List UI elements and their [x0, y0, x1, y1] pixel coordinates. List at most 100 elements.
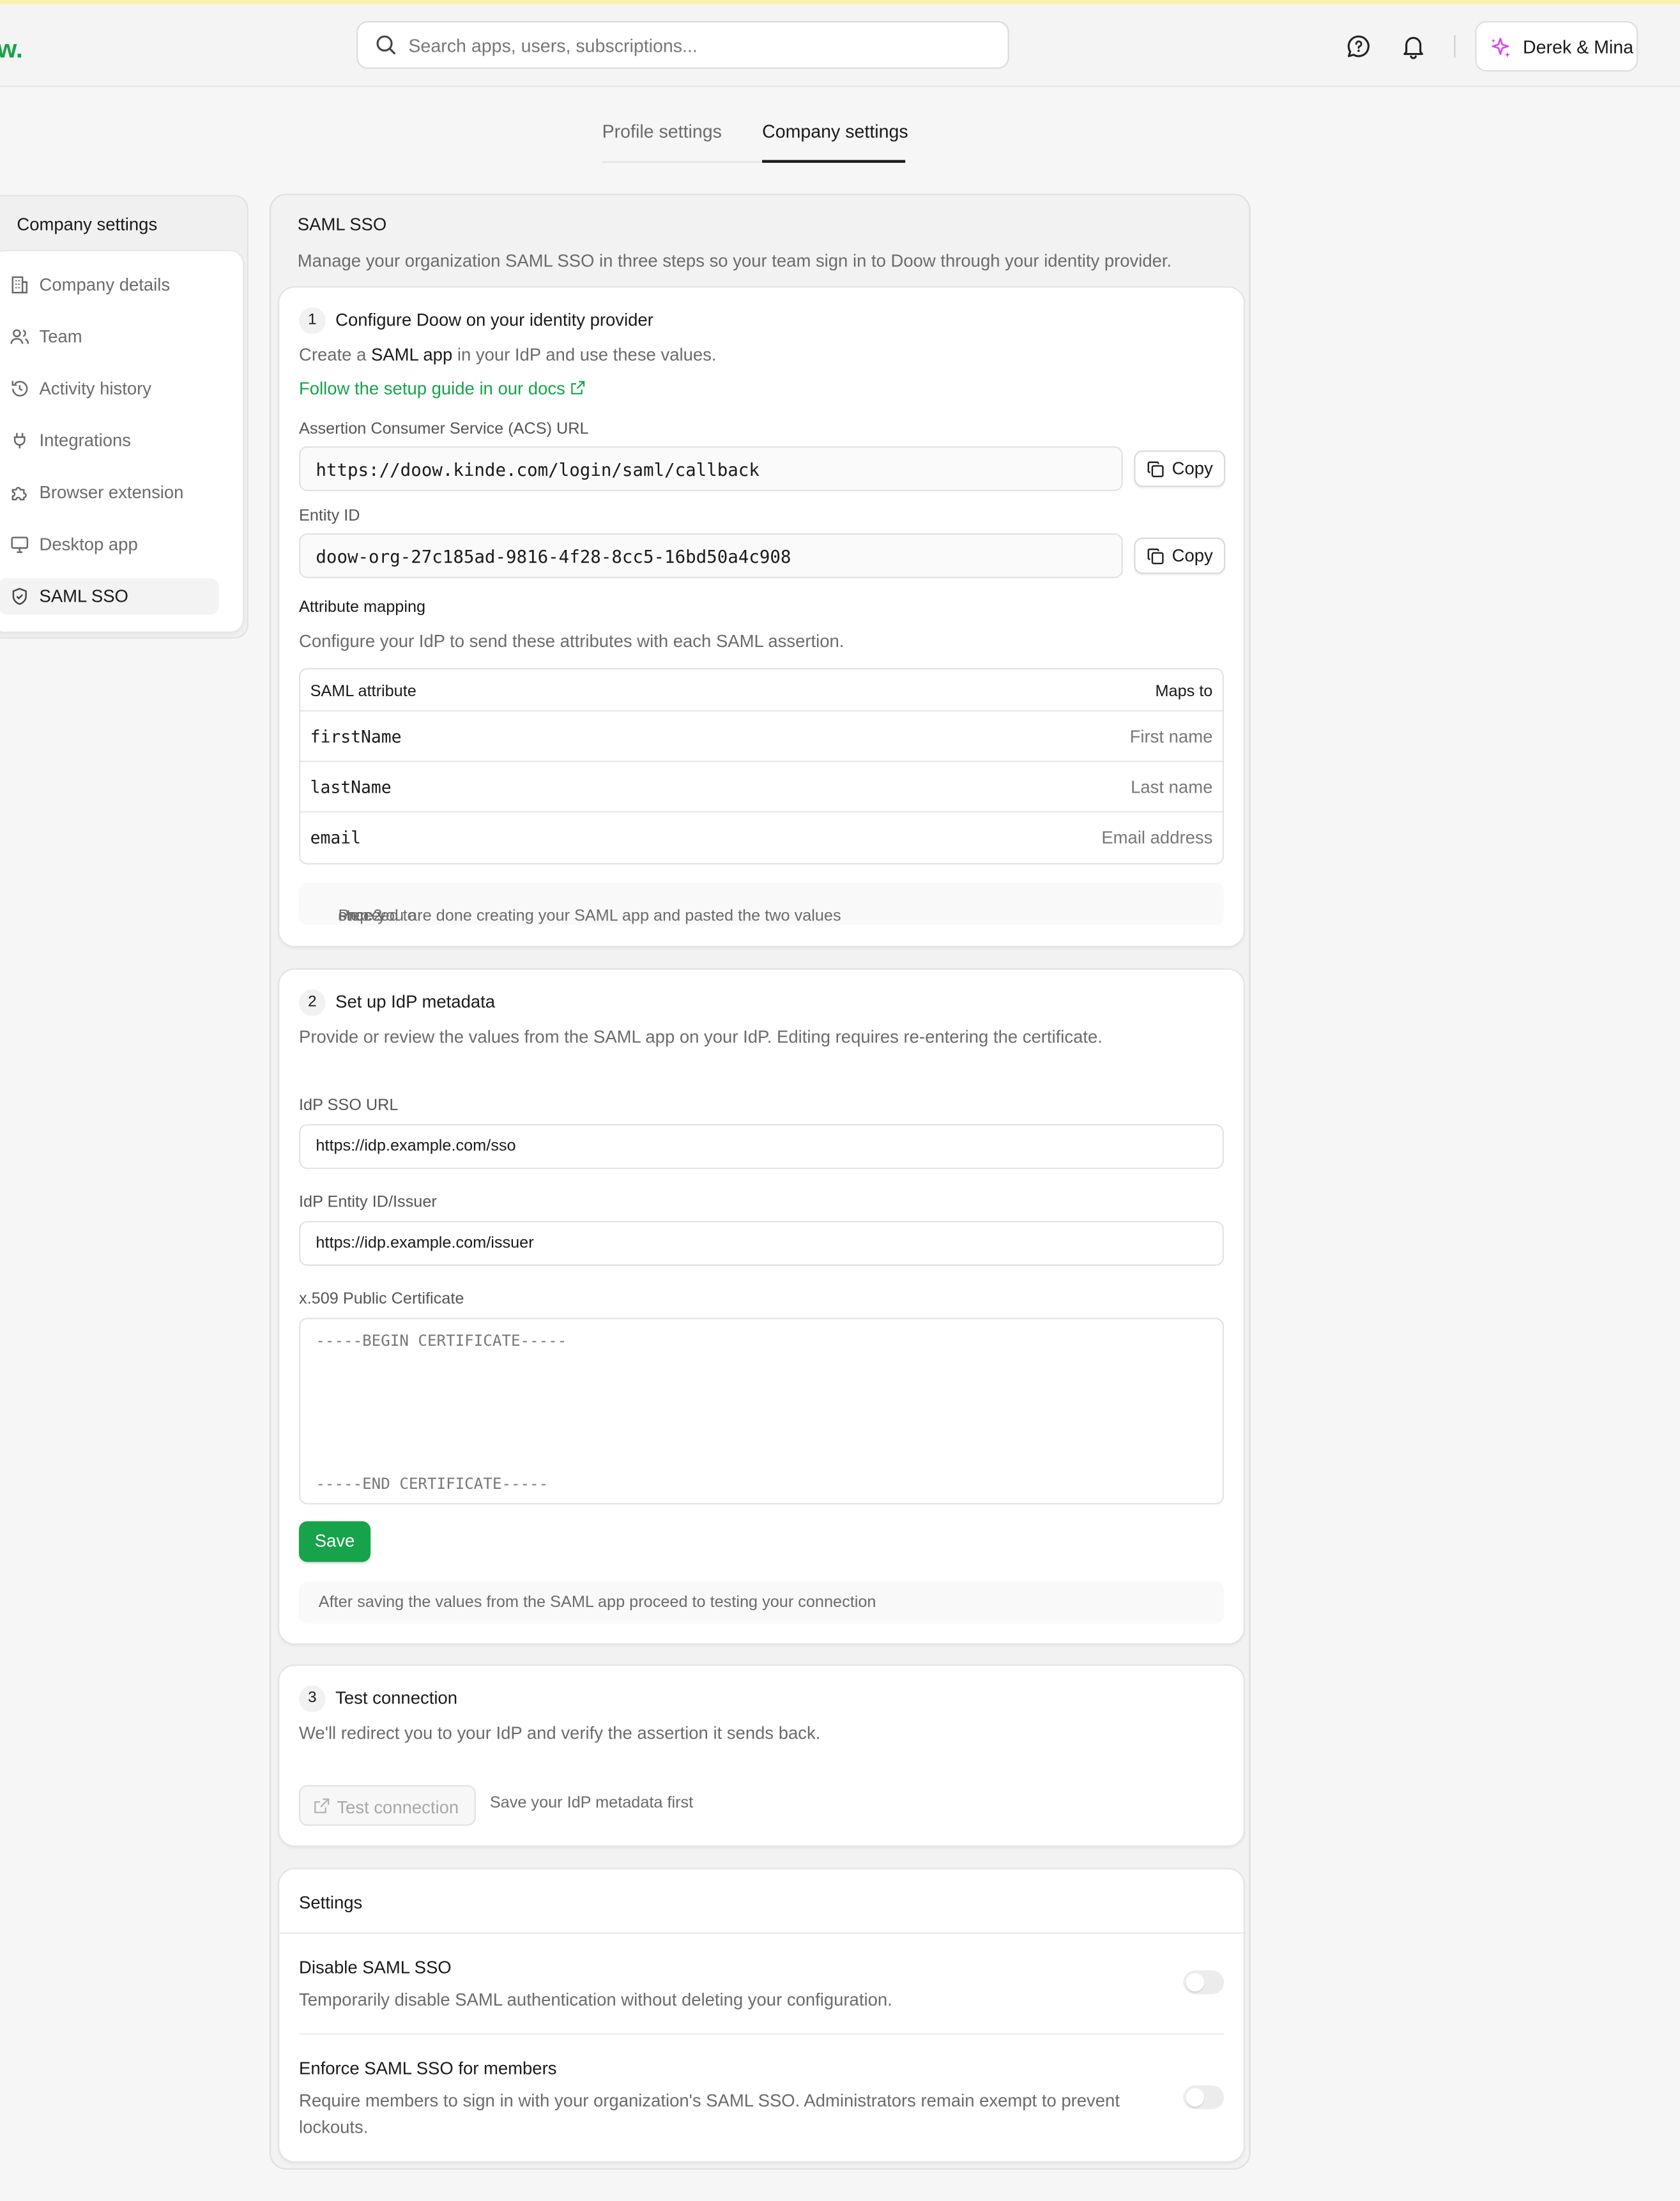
puzzle-icon	[10, 483, 29, 503]
entity-id-field[interactable]: doow-org-27c185ad-9816-4f28-8cc5-16bd50a…	[299, 533, 1123, 579]
enforce-saml-toggle[interactable]	[1183, 2085, 1224, 2110]
certificate-begin-line: -----BEGIN CERTIFICATE-----	[316, 1332, 567, 1350]
user-menu-button[interactable]: Derek & Mina	[1475, 20, 1638, 72]
idp-sso-url-label: IdP SSO URL	[299, 1097, 399, 1115]
saml-sso-panel: SAML SSO Manage your organization SAML S…	[269, 194, 1251, 2170]
external-link-icon	[313, 1798, 330, 1815]
step-number-badge: 3	[299, 1685, 326, 1712]
search-input[interactable]	[408, 22, 998, 68]
sparkle-icon	[1489, 36, 1511, 59]
page-description: Manage your organization SAML SSO in thr…	[297, 251, 1172, 271]
saml-attribute-cell: firstName	[310, 727, 402, 747]
idp-issuer-input[interactable]	[299, 1221, 1224, 1266]
save-button[interactable]: Save	[299, 1521, 371, 1562]
step-title: Configure Doow on your identity provider	[335, 310, 653, 330]
attribute-mapping-table: SAML attribute Maps to firstName First n…	[299, 667, 1224, 865]
disable-saml-title: Disable SAML SSO	[299, 1958, 452, 1977]
step2-note-text: After saving the values from the SAML ap…	[318, 1594, 876, 1611]
users-icon	[10, 327, 29, 347]
step-number-badge: 1	[299, 307, 326, 334]
column-header-saml-attribute: SAML attribute	[310, 683, 416, 701]
sidebar-item-team[interactable]: Team	[0, 319, 219, 355]
step-description: We'll redirect you to your IdP and verif…	[299, 1723, 821, 1743]
copy-label: Copy	[1172, 545, 1213, 566]
maps-to-cell: Last name	[1131, 777, 1213, 798]
enforce-saml-title: Enforce SAML SSO for members	[299, 2059, 557, 2079]
sidebar-item-browser-extension[interactable]: Browser extension	[0, 475, 219, 511]
sidebar-item-label: Integrations	[39, 430, 132, 451]
settings-card: Settings Disable SAML SSO Temporarily di…	[278, 1868, 1245, 2163]
toolbar-divider	[1454, 34, 1456, 58]
column-header-maps-to: Maps to	[1155, 683, 1213, 701]
toggle-knob	[1186, 2088, 1205, 2106]
idp-sso-url-input[interactable]	[299, 1123, 1224, 1169]
settings-tabs: Profile settings Company settings	[602, 109, 939, 165]
table-header: SAML attribute Maps to	[300, 669, 1223, 712]
search-icon	[375, 34, 397, 56]
disable-saml-toggle[interactable]	[1183, 1970, 1224, 1995]
copy-label: Copy	[1172, 459, 1213, 479]
saml-attribute-cell: lastName	[310, 777, 392, 798]
sidebar-item-label: SAML SSO	[39, 586, 128, 607]
active-tab-indicator	[762, 160, 906, 163]
copy-acs-url-button[interactable]: Copy	[1134, 450, 1226, 487]
sidebar-title: Company settings	[17, 215, 158, 234]
user-name: Derek & Mina	[1522, 36, 1633, 58]
sidebar-item-label: Activity history	[39, 379, 152, 399]
enforce-saml-description-line2: lockouts.	[299, 2117, 369, 2138]
page-title: SAML SSO	[297, 215, 387, 234]
test-connection-hint: Save your IdP metadata first	[489, 1795, 694, 1812]
step1-note: Proceed to step 2 once you are done crea…	[299, 883, 1224, 925]
history-icon	[10, 379, 29, 399]
top-bar: w. Derek & Mina	[0, 4, 1680, 88]
sidebar-item-label: Company details	[39, 275, 171, 295]
help-chat-icon[interactable]	[1345, 33, 1373, 61]
bell-icon[interactable]	[1400, 33, 1428, 61]
sidebar-item-company-details[interactable]: Company details	[0, 266, 219, 303]
tab-company-settings[interactable]: Company settings	[762, 121, 908, 142]
maps-to-cell: First name	[1129, 727, 1213, 747]
sidebar-item-label: Browser extension	[39, 482, 184, 503]
maps-to-cell: Email address	[1101, 828, 1213, 848]
search-bar[interactable]	[356, 20, 1009, 69]
table-row: email Email address	[300, 812, 1223, 863]
tab-profile-settings[interactable]: Profile settings	[602, 121, 722, 142]
settings-title: Settings	[299, 1893, 363, 1913]
step-number-badge: 2	[299, 989, 326, 1016]
attribute-mapping-description: Configure your IdP to send these attribu…	[299, 631, 844, 651]
copy-entity-id-button[interactable]: Copy	[1134, 537, 1226, 574]
step1-card: 1 Configure Doow on your identity provid…	[278, 286, 1245, 948]
step-title: Set up IdP metadata	[335, 992, 496, 1012]
sidebar-item-desktop-app[interactable]: Desktop app	[0, 526, 219, 563]
plug-icon	[10, 431, 29, 451]
sidebar-item-saml-sso[interactable]: SAML SSO	[0, 578, 219, 615]
step-title: Test connection	[335, 1688, 457, 1708]
sidebar-item-activity-history[interactable]: Activity history	[0, 370, 219, 407]
setup-guide-link[interactable]: Follow the setup guide in our docs	[299, 379, 585, 399]
logo[interactable]: w.	[0, 35, 23, 65]
step2-note: After saving the values from the SAML ap…	[299, 1581, 1224, 1624]
sidebar-item-label: Desktop app	[39, 535, 138, 554]
sidebar-item-label: Team	[39, 326, 82, 347]
step-description: Create a SAML app in your IdP and use th…	[299, 345, 717, 365]
table-row: firstName First name	[300, 712, 1223, 763]
saml-attribute-cell: email	[310, 828, 361, 848]
step2-card: 2 Set up IdP metadata Provide or review …	[278, 968, 1245, 1645]
toggle-knob	[1186, 1973, 1205, 1992]
test-connection-button[interactable]: Test connection	[299, 1785, 476, 1826]
acs-url-field[interactable]: https://doow.kinde.com/login/saml/callba…	[299, 446, 1123, 492]
step-description: Provide or review the values from the SA…	[299, 1027, 1103, 1047]
settings-header: Settings	[279, 1870, 1244, 1934]
monitor-icon	[10, 535, 29, 554]
attribute-mapping-title: Attribute mapping	[299, 599, 426, 616]
enforce-saml-description-line1: Require members to sign in with your org…	[299, 2091, 1120, 2111]
table-row: lastName Last name	[300, 762, 1223, 813]
sidebar-menu: Company details Team Activity history In…	[0, 250, 245, 633]
sidebar-item-integrations[interactable]: Integrations	[0, 422, 219, 459]
certificate-textarea[interactable]: -----BEGIN CERTIFICATE----- -----END CER…	[299, 1318, 1224, 1505]
external-link-icon	[569, 380, 584, 395]
building-icon	[10, 275, 29, 295]
certificate-label: x.509 Public Certificate	[299, 1291, 464, 1308]
shield-icon	[10, 586, 29, 606]
copy-icon	[1147, 461, 1165, 479]
